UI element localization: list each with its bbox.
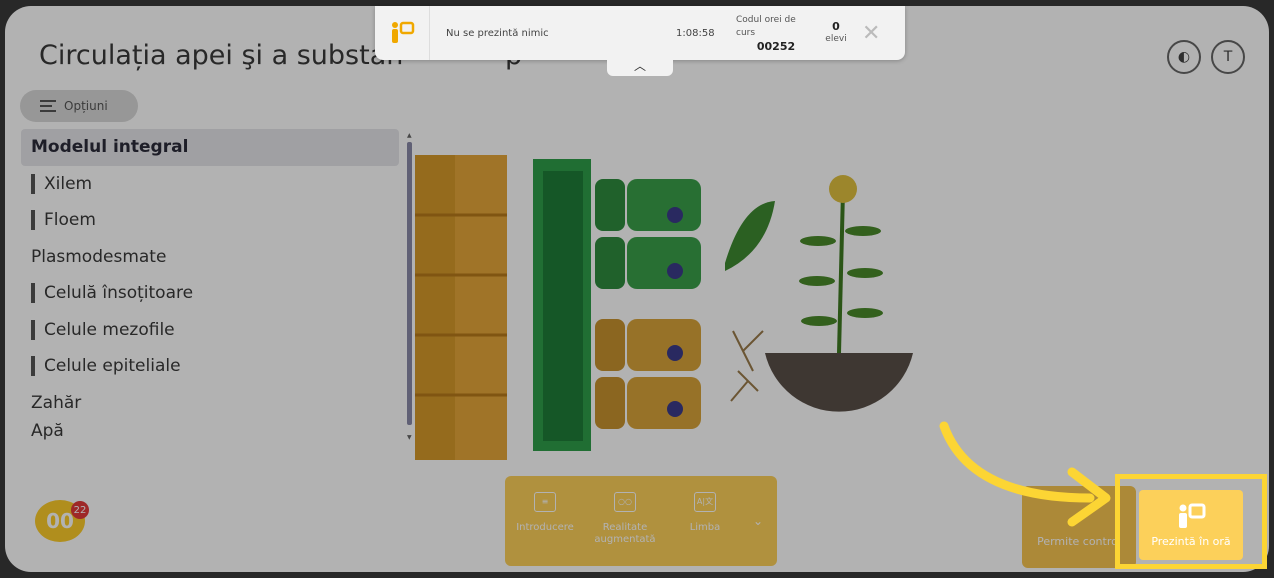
class-code: Codul orei de curs 00252 — [736, 14, 816, 53]
present-toolbar: Nu se prezintă nimic 1:08:58 Codul orei … — [375, 6, 905, 60]
class-code-label: Codul orei de curs — [736, 14, 796, 38]
present-status: Nu se prezintă nimic — [446, 27, 549, 39]
present-icon — [375, 6, 430, 60]
students-count: 0 elevi — [816, 20, 856, 46]
students-count-value: 0 — [832, 20, 840, 33]
collapse-toolbar-button[interactable]: ︿ — [607, 54, 673, 76]
present-in-class-button[interactable]: Prezintă în oră — [1139, 490, 1243, 560]
class-code-value: 00252 — [756, 39, 796, 53]
present-button-label: Prezintă în oră — [1151, 535, 1231, 548]
students-count-label: elevi — [825, 34, 847, 44]
chevron-up-icon: ︿ — [633, 58, 646, 73]
close-icon[interactable]: ✕ — [862, 21, 880, 46]
present-icon — [1179, 503, 1206, 528]
pointer-arrow — [939, 421, 1111, 527]
session-timer: 1:08:58 — [676, 27, 715, 39]
